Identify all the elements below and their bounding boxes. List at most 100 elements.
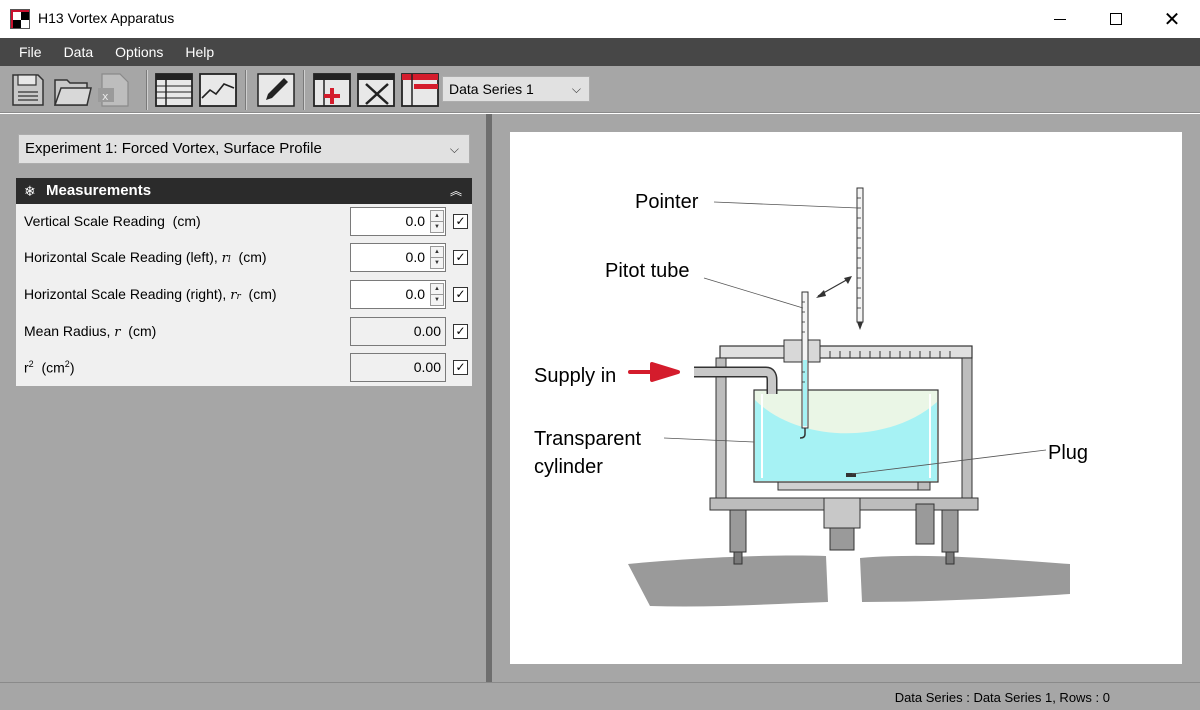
measurements-header[interactable]: ❄ Measurements ︽ [16, 178, 472, 204]
label-pointer: Pointer [635, 191, 699, 213]
data-series-dropdown[interactable]: Data Series 1 ⌵ [442, 76, 590, 102]
spin-down-icon: ▼ [434, 297, 440, 303]
r-squared-checkbox[interactable]: ✓ [453, 360, 468, 375]
pointer-leader [713, 201, 859, 209]
top-scale-bar [719, 345, 973, 359]
leg-right-foot [945, 551, 955, 565]
close-button[interactable]: ✕ [1144, 0, 1200, 38]
vertical-scale-input[interactable]: 0.0 ▲ ▼ [350, 207, 446, 236]
measurement-row-horizontal-right: Horizontal Scale Reading (right), rr (cm… [16, 277, 472, 313]
app-logo-icon [10, 9, 30, 29]
collapse-icon[interactable]: ︽ [450, 178, 462, 204]
measurement-row-horizontal-left: Horizontal Scale Reading (left), rl (cm)… [16, 240, 472, 276]
toolbar-separator [303, 70, 305, 110]
spin-buttons[interactable]: ▲ ▼ [430, 246, 444, 269]
maximize-icon [1110, 13, 1122, 25]
measurements-panel: Vertical Scale Reading (cm) 0.0 ▲ ▼ ✓ Hor… [16, 204, 472, 386]
supply-arrow-icon [628, 362, 680, 382]
toolbar: x [0, 66, 1200, 113]
motor-body [829, 527, 855, 551]
toolbar-separator [245, 70, 247, 110]
label-pitot-tube: Pitot tube [605, 260, 690, 282]
horizontal-right-input[interactable]: 0.0 ▲ ▼ [350, 280, 446, 309]
vertical-scale-checkbox[interactable]: ✓ [453, 214, 468, 229]
close-icon: ✕ [1163, 7, 1181, 31]
pen-icon[interactable] [256, 72, 296, 108]
horizontal-left-checkbox[interactable]: ✓ [453, 250, 468, 265]
spin-up-icon: ▲ [431, 284, 443, 295]
chart-icon[interactable] [198, 72, 238, 108]
spin-up-icon: ▲ [431, 211, 443, 222]
experiment-value: Experiment 1: Forced Vortex, Surface Pro… [25, 140, 322, 157]
status-bar: Data Series : Data Series 1, Rows : 0 [0, 682, 1200, 710]
tank-platform [777, 481, 927, 491]
cylinder-leader [663, 437, 755, 443]
status-text: Data Series : Data Series 1, Rows : 0 [894, 690, 1110, 705]
measurement-label: Horizontal Scale Reading (right), rr (cm… [24, 286, 277, 303]
measurement-label: Horizontal Scale Reading (left), rl (cm) [24, 249, 267, 266]
leg-right [941, 509, 959, 553]
label-cylinder: cylinder [534, 456, 603, 478]
motor-housing [823, 497, 861, 529]
menu-file[interactable]: File [8, 38, 53, 66]
minimize-icon [1054, 18, 1066, 20]
measurement-row-vertical: Vertical Scale Reading (cm) 0.0 ▲ ▼ ✓ [16, 204, 472, 240]
chevron-down-icon: ⌵ [571, 82, 581, 96]
delete-row-icon[interactable] [356, 72, 396, 108]
window-title: H13 Vortex Apparatus [38, 10, 175, 26]
drain-valve [915, 503, 935, 545]
clear-table-icon[interactable] [400, 72, 440, 108]
measurements-title: Measurements [46, 182, 152, 199]
spin-up-icon: ▲ [431, 247, 443, 258]
floor-right [860, 555, 1070, 602]
menu-bar: File Data Options Help [0, 38, 1200, 66]
open-folder-icon[interactable] [53, 72, 93, 108]
diagram-canvas: Pointer Pitot tube Supply in Transparent… [510, 132, 1182, 664]
horizontal-right-checkbox[interactable]: ✓ [453, 287, 468, 302]
svg-text:x: x [102, 90, 109, 103]
app-window: H13 Vortex Apparatus ✕ File Data Options… [0, 0, 1200, 710]
spin-buttons[interactable]: ▲ ▼ [430, 210, 444, 233]
label-plug: Plug [1048, 442, 1088, 464]
r-squared-value: 0.00 [350, 353, 446, 382]
frame-right-post [961, 357, 973, 505]
toolbar-separator [146, 70, 148, 110]
excel-export-icon[interactable]: x [96, 72, 132, 108]
measurement-row-mean-radius: Mean Radius, r (cm) 0.00 ✓ [16, 314, 472, 350]
table-icon[interactable] [154, 72, 194, 108]
pointer-tip [857, 322, 863, 330]
gear-icon: ❄ [24, 183, 36, 199]
measurement-label: Mean Radius, r (cm) [24, 323, 157, 340]
spin-down-icon: ▼ [434, 260, 440, 266]
pitot-water-column [803, 360, 807, 426]
horizontal-left-input[interactable]: 0.0 ▲ ▼ [350, 243, 446, 272]
title-bar: H13 Vortex Apparatus ✕ [0, 0, 1200, 38]
spin-down-icon: ▼ [434, 224, 440, 230]
double-arrow-head [844, 276, 852, 284]
measurement-label: Vertical Scale Reading (cm) [24, 213, 201, 229]
vortex-apparatus-diagram: Pointer Pitot tube Supply in Transparent… [534, 187, 1088, 607]
frame-left-post [715, 357, 727, 505]
leg-left [729, 509, 747, 553]
menu-data[interactable]: Data [53, 38, 105, 66]
menu-options[interactable]: Options [104, 38, 174, 66]
minimize-button[interactable] [1032, 0, 1088, 38]
spin-buttons[interactable]: ▲ ▼ [430, 283, 444, 306]
chevron-down-icon: ⌵ [449, 142, 459, 156]
double-arrow-head [816, 290, 826, 298]
pitot-leader [703, 277, 804, 309]
leg-left-foot [733, 551, 743, 565]
mean-radius-value: 0.00 [350, 317, 446, 346]
mean-radius-checkbox[interactable]: ✓ [453, 324, 468, 339]
data-series-value: Data Series 1 [449, 81, 534, 97]
maximize-button[interactable] [1088, 0, 1144, 38]
save-icon[interactable] [10, 72, 46, 108]
label-supply-in: Supply in [534, 365, 616, 387]
menu-help[interactable]: Help [174, 38, 225, 66]
add-row-icon[interactable] [312, 72, 352, 108]
measurement-label: r2 (cm2) [24, 359, 75, 376]
label-transparent: Transparent [534, 428, 642, 450]
measurement-row-r-squared: r2 (cm2) 0.00 ✓ [16, 350, 472, 386]
experiment-dropdown[interactable]: Experiment 1: Forced Vortex, Surface Pro… [18, 134, 470, 164]
floor-left [628, 555, 828, 607]
